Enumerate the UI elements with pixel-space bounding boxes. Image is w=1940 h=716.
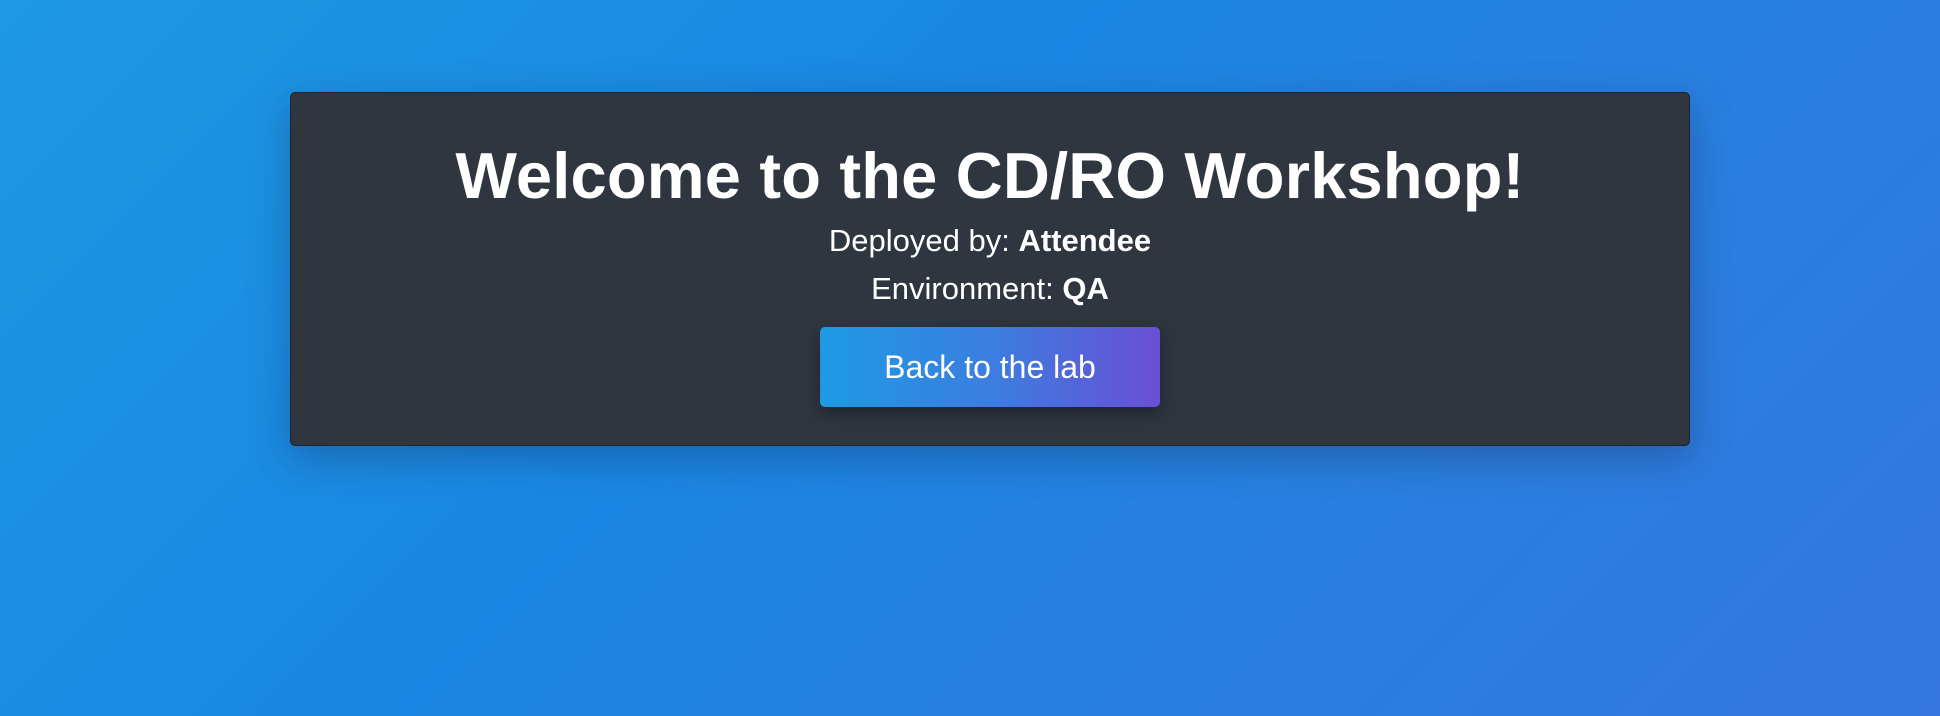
deployed-by-label: Deployed by: bbox=[828, 223, 1019, 258]
deployed-by-line: Deployed by: Attendee bbox=[291, 221, 1689, 261]
welcome-card: Welcome to the CD/RO Workshop! Deployed … bbox=[290, 92, 1690, 446]
environment-line: Environment: QA bbox=[291, 269, 1689, 309]
environment-label: Environment: bbox=[871, 271, 1063, 306]
page-title: Welcome to the CD/RO Workshop! bbox=[455, 139, 1525, 212]
deployed-by-value: Attendee bbox=[1018, 223, 1152, 258]
environment-value: QA bbox=[1062, 271, 1109, 306]
back-to-lab-button[interactable]: Back to the lab bbox=[820, 327, 1160, 407]
